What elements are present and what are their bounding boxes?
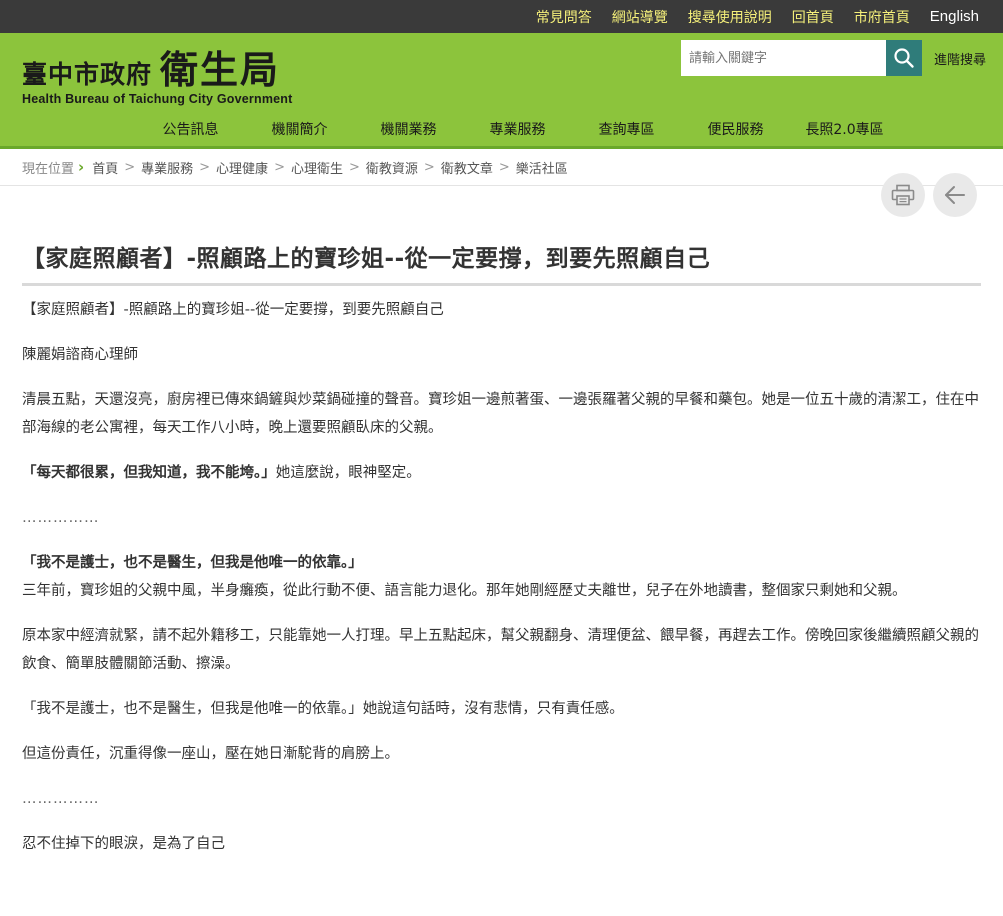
site-header: 臺中市政府 衛生局 Health Bureau of Taichung City …: [0, 33, 1003, 149]
page-title: 【家庭照顧者】-照顧路上的寶珍姐--從一定要撐，到要先照顧自己: [22, 239, 981, 287]
emphasized-quote: 「每天都很累，但我知道，我不能垮。」: [22, 465, 276, 481]
article-paragraph: 原本家中經濟就緊，請不起外籍移工，只能靠她一人打理。早上五點起床，幫父親翻身、清…: [22, 628, 979, 672]
breadcrumb-item-professional-services[interactable]: 專業服務: [141, 158, 193, 177]
logo-english-name: Health Bureau of Taichung City Governmen…: [22, 92, 293, 106]
breadcrumb-item-mental-health[interactable]: 心理健康: [216, 158, 268, 177]
nav-item-long-term-care[interactable]: 長照2.0專區: [790, 119, 899, 139]
breadcrumb-separator: >: [274, 159, 285, 175]
logo-city-name: 臺中市政府: [22, 60, 153, 89]
breadcrumb-separator: >: [423, 159, 435, 175]
quote-attribution: 她這麼說，眼神堅定。: [275, 465, 421, 481]
city-home-link[interactable]: 市府首頁: [854, 7, 910, 27]
article-paragraph: 但這份責任，沉重得像一座山，壓在她日漸駝背的肩膀上。: [22, 746, 399, 762]
breadcrumb-item-community[interactable]: 樂活社區: [516, 158, 568, 177]
nav-item-professional-services[interactable]: 專業服務: [463, 119, 572, 139]
section-heading: 忍不住掉下的眼淚，是為了自己: [22, 836, 225, 852]
breadcrumb-item-mental-hygiene[interactable]: 心理衛生: [291, 158, 343, 177]
search-bar: 進階搜尋: [681, 40, 986, 76]
article-paragraph: 「我不是護士，也不是醫生，但我是他唯一的依靠。」她說這句話時，沒有悲情，只有責任…: [22, 701, 624, 717]
section-divider: ……………: [22, 510, 100, 526]
nav-item-announcements[interactable]: 公告訊息: [136, 119, 245, 139]
article-tools: [873, 173, 977, 217]
article-author: 陳麗娟諮商心理師: [22, 347, 138, 363]
breadcrumb-separator: >: [124, 159, 136, 175]
article-paragraph: 「每天都很累，但我知道，我不能垮。」她這麼說，眼神堅定。: [22, 459, 979, 487]
logo-bureau-name: 衛生局: [160, 48, 281, 92]
breadcrumb-item-education-resources[interactable]: 衛教資源: [366, 158, 418, 177]
print-button[interactable]: [881, 173, 925, 217]
search-button[interactable]: [886, 40, 922, 76]
sitemap-link[interactable]: 網站導覽: [612, 7, 668, 27]
article-paragraph: 三年前，寶珍姐的父親中風，半身癱瘓，從此行動不便、語言能力退化。那年她剛經歷丈夫…: [22, 583, 907, 599]
breadcrumb-separator: >: [348, 159, 360, 175]
nav-item-about[interactable]: 機關簡介: [245, 119, 354, 139]
search-icon: [894, 48, 914, 68]
article-paragraph: 清晨五點，天還沒亮，廚房裡已傳來鍋鏟與炒菜鍋碰撞的聲音。寶珍姐一邊煎著蛋、一邊張…: [22, 392, 979, 436]
breadcrumb: 現在位置 › 首頁 > 專業服務 > 心理健康 > 心理衛生 > 衛教資源 > …: [0, 149, 1003, 186]
site-logo[interactable]: 臺中市政府 衛生局 Health Bureau of Taichung City …: [22, 39, 293, 106]
back-button[interactable]: [933, 173, 977, 217]
breadcrumb-item-education-articles[interactable]: 衛教文章: [441, 158, 493, 177]
nav-item-inquiry[interactable]: 查詢專區: [572, 119, 681, 139]
search-help-link[interactable]: 搜尋使用說明: [688, 7, 772, 27]
main-navigation: 公告訊息 機關簡介 機關業務 專業服務 查詢專區 便民服務 長照2.0專區: [0, 119, 1003, 139]
breadcrumb-separator: >: [498, 159, 510, 175]
arrow-left-icon: [945, 186, 965, 204]
section-divider: ……………: [22, 791, 100, 807]
breadcrumb-separator: >: [199, 159, 211, 175]
breadcrumb-label: 現在位置: [22, 161, 75, 177]
advanced-search-link[interactable]: 進階搜尋: [934, 49, 986, 68]
faq-link[interactable]: 常見問答: [536, 7, 592, 27]
breadcrumb-item-home[interactable]: 首頁: [92, 158, 118, 177]
article-body: 【家庭照顧者】-照顧路上的寶珍姐--從一定要撐，到要先照顧自己 陳麗娟諮商心理師…: [22, 296, 979, 875]
printer-icon: [891, 184, 915, 206]
search-input[interactable]: [681, 40, 886, 76]
section-heading-quote: 「我不是護士，也不是醫生，但我是他唯一的依靠。」: [22, 555, 363, 571]
home-link[interactable]: 回首頁: [792, 7, 834, 27]
nav-item-citizen-services[interactable]: 便民服務: [681, 119, 790, 139]
nav-item-business[interactable]: 機關業務: [354, 119, 463, 139]
article-heading-repeat: 【家庭照顧者】-照顧路上的寶珍姐--從一定要撐，到要先照顧自己: [22, 302, 444, 318]
english-link[interactable]: English: [930, 8, 979, 25]
top-utility-bar: 常見問答 網站導覽 搜尋使用說明 回首頁 市府首頁 English: [0, 0, 1003, 33]
chevron-right-icon: ›: [78, 158, 85, 176]
